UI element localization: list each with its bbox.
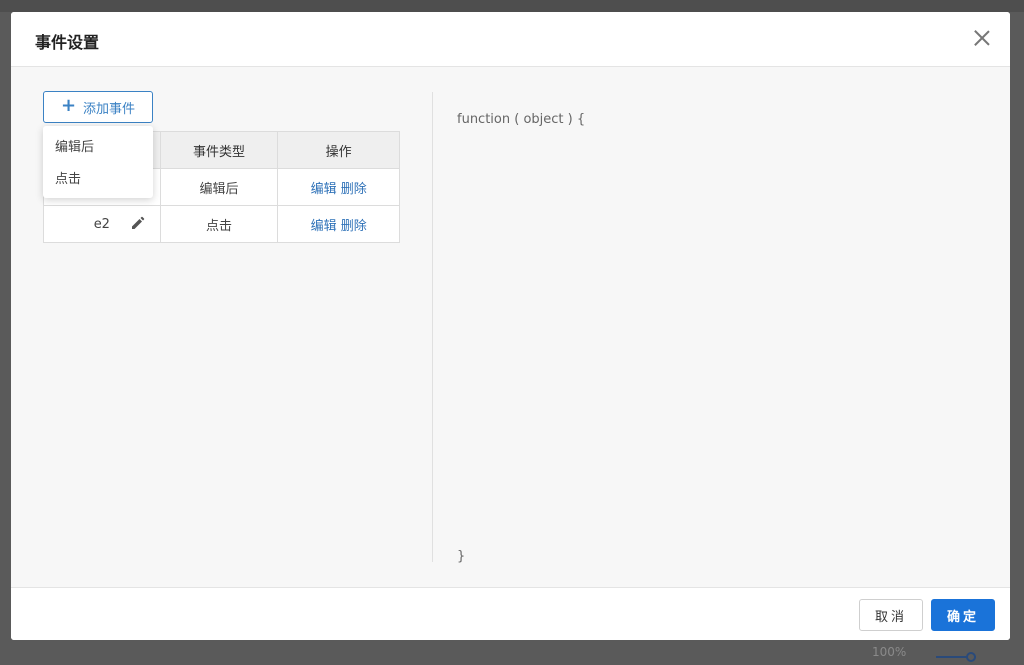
code-editor[interactable]: function ( object ) { } — [457, 112, 987, 572]
dialog-title: 事件设置 — [35, 33, 100, 52]
pane-divider — [432, 92, 433, 562]
edit-link[interactable]: 编辑 — [311, 182, 337, 197]
background-zoom-knob — [966, 652, 976, 662]
event-type-cell: 编辑后 — [159, 168, 279, 206]
actions-cell: 编辑 删除 — [277, 168, 400, 206]
code-function-header: function ( object ) { — [457, 112, 586, 127]
confirm-button[interactable]: 确定 — [931, 599, 995, 631]
add-event-label: 添加事件 — [83, 101, 136, 117]
delete-link[interactable]: 删除 — [341, 182, 367, 197]
dialog-body: + 添加事件 事件类型 操作 编辑后 编辑 删除 e2 点击 编辑 删除 编辑后… — [11, 67, 1010, 587]
event-name-cell: e2 — [43, 205, 161, 243]
cancel-button[interactable]: 取消 — [859, 599, 923, 631]
plus-icon: + — [60, 95, 77, 116]
event-settings-dialog: 事件设置 + 添加事件 事件类型 操作 编辑后 编辑 删除 e2 点击 编辑 删… — [11, 12, 1010, 640]
background-zoom-label: 100% — [872, 645, 907, 659]
code-closing-brace: } — [457, 549, 466, 564]
add-event-button[interactable]: + 添加事件 — [43, 91, 153, 123]
pencil-icon[interactable] — [131, 216, 145, 230]
background-app-toolbar — [0, 0, 1024, 12]
event-list-pane: + 添加事件 事件类型 操作 编辑后 编辑 删除 e2 点击 编辑 删除 编辑后… — [43, 91, 403, 587]
actions-cell: 编辑 删除 — [277, 205, 400, 243]
event-type-cell: 点击 — [159, 205, 279, 243]
edit-link[interactable]: 编辑 — [311, 219, 337, 234]
event-name: e2 — [93, 216, 110, 232]
dropdown-item-click[interactable]: 点击 — [43, 164, 153, 196]
table-row: e2 点击 编辑 删除 — [43, 205, 400, 243]
dropdown-item-after-edit[interactable]: 编辑后 — [43, 132, 153, 164]
close-icon[interactable] — [974, 30, 990, 46]
header-event-type: 事件类型 — [159, 131, 279, 169]
dialog-footer: 取消 确定 — [11, 587, 1010, 640]
delete-link[interactable]: 删除 — [341, 219, 367, 234]
dialog-header: 事件设置 — [11, 12, 1010, 67]
header-actions: 操作 — [277, 131, 400, 169]
event-type-dropdown: 编辑后 点击 — [43, 126, 153, 198]
